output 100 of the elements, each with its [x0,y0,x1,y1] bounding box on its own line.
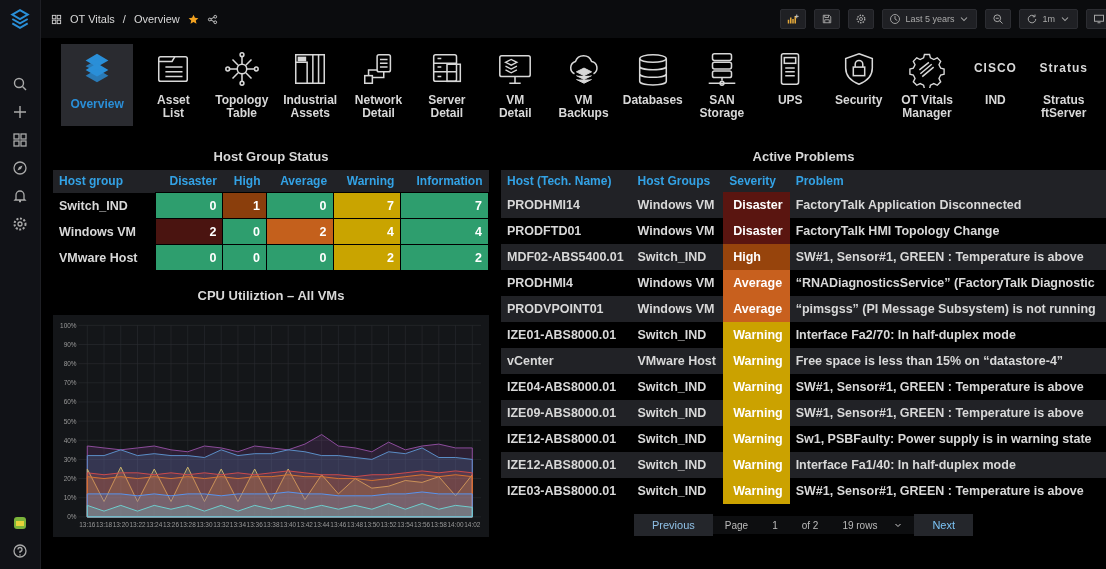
dashboard-link[interactable]: Network Detail [344,44,413,126]
tv-mode-button[interactable] [1086,9,1106,29]
severity-cell: Warning [723,478,790,504]
rows-select[interactable]: 19 rows [830,516,915,534]
column-header[interactable]: High [222,170,267,193]
column-header[interactable]: Average [266,170,334,193]
dashboards-icon [51,13,62,25]
table-cell: vCenter [501,348,632,374]
table-cell: PRODHMI14 [501,192,632,218]
status-cell: 1 [222,192,267,219]
plus-icon[interactable] [12,104,28,120]
table-cell: SW#1, Sensor#1, GREEN : Temperature is above [789,244,1106,270]
dashboard-title[interactable]: Overview [133,13,180,25]
table-cell: PRODFTD01 [501,218,632,244]
star-icon[interactable] [187,13,199,25]
user-avatar-icon[interactable] [12,515,28,531]
bell-icon[interactable] [12,188,28,204]
table-cell: Switch_IND [631,400,724,426]
compass-icon[interactable] [12,160,28,176]
table-cell: VMware Host [53,244,156,271]
table-cell: Windows VM [631,192,724,218]
refresh-picker[interactable]: 1m [1019,9,1078,29]
status-cell: 4 [400,218,489,245]
status-cell: 0 [155,244,223,271]
table-cell: Interface Fa1/40: In half-duplex mode [789,452,1106,478]
table-cell: Free space is less than 15% on “datastore-4” [789,348,1106,374]
table-cell: Switch_IND [631,374,724,400]
column-header[interactable]: Host group [53,170,156,193]
save-icon [821,13,834,25]
table-cell: VMware Host [631,348,724,374]
panel-title: Active Problems [751,148,856,166]
dashboard-link[interactable]: OT Vitals Manager [892,44,962,126]
zoom-out-button[interactable] [985,9,1012,29]
status-cell: 7 [400,192,489,219]
panel-title: CPU Utiliztion – All VMs [196,287,346,305]
dashboard-link[interactable]: Stratus Stratus ftServer [1029,44,1098,126]
table-cell: IZE12-ABS8000.01 [501,452,632,478]
time-range-picker[interactable]: Last 5 years [882,9,978,29]
breadcrumb-folder[interactable]: OT Vitals [70,13,115,25]
severity-cell: Warning [723,400,790,426]
table-cell: FactoryTalk Application Disconnected [789,192,1106,218]
settings-button[interactable] [848,9,875,29]
save-button[interactable] [814,9,841,29]
dashboards-icon[interactable] [12,132,28,148]
search-icon[interactable] [12,76,28,92]
dashboard-link[interactable]: Server Detail [412,44,482,126]
table-cell: “pimsgss” (PI Message Subsystem) is not running [789,296,1106,322]
add-panel-button[interactable] [780,9,807,29]
settings-icon[interactable] [12,216,28,232]
severity-cell: Warning [723,426,790,452]
dashboard-link[interactable]: CISCO IND [961,44,1030,126]
table-cell: PRODVPOINT01 [501,296,632,322]
page-input[interactable]: 1 [760,516,790,534]
severity-cell: Warning [723,322,790,348]
dashboard-link[interactable]: Security [824,44,893,126]
table-cell: Windows VM [631,270,724,296]
next-button[interactable]: Next [914,514,973,536]
previous-button[interactable]: Previous [634,514,713,536]
dashboard-link[interactable]: Overview [61,44,134,126]
network-node-icon [222,50,261,88]
table-cell: IZE03-ABS8000.01 [501,478,632,504]
severity-cell: Warning [723,374,790,400]
dashboard-link[interactable]: Industrial Assets [275,44,345,126]
monitor-icon [1093,13,1105,25]
column-header[interactable]: Host Groups [631,170,724,192]
table-cell: Switch_IND [631,452,724,478]
dashboard-link[interactable]: Asset List [139,44,208,126]
page-label: Page [712,516,761,534]
table-cell: PRODHMI4 [501,270,632,296]
column-header[interactable]: Host (Tech. Name) [501,170,632,192]
dashboard-link[interactable]: VM Backups [549,44,618,126]
table-cell: Windows VM [53,218,156,245]
table-cell: IZE12-ABS8000.01 [501,426,632,452]
column-header[interactable]: Severity [723,170,790,192]
status-cell: 0 [266,192,334,219]
dashboard-link[interactable]: Databases [617,44,688,126]
table-cell: Switch_IND [631,478,724,504]
table-cell: Switch_IND [631,244,724,270]
table-cell: Windows VM [631,218,724,244]
table-cell: FactoryTalk HMI Topology Change [789,218,1106,244]
severity-cell: Average [723,296,790,322]
share-icon[interactable] [206,13,218,25]
dashboard-link[interactable]: VM Detail [481,44,550,126]
dashboard-link[interactable]: Topology Table [207,44,276,126]
column-header[interactable]: Problem [789,170,1106,192]
severity-cell: Average [723,270,790,296]
column-header[interactable]: Warning [333,170,401,193]
severity-cell: Warning [723,452,790,478]
table-cell: IZE01-ABS8000.01 [501,322,632,348]
dashboard-link[interactable]: SAN Storage [687,44,757,126]
table-cell: “RNADiagnosticsService” (FactoryTalk Diagnostic [789,270,1106,296]
help-icon[interactable] [12,543,28,559]
app-logo-icon[interactable] [9,8,31,30]
status-cell: 2 [400,244,489,271]
dashboard-link[interactable]: UPS [756,44,825,126]
severity-cell: Disaster [723,218,790,244]
column-header[interactable]: Information [400,170,489,193]
column-header[interactable]: Disaster [155,170,223,193]
table-cell: Sw1, PSBFaulty: Power supply is in warning state [789,426,1106,452]
clock-icon [889,13,902,25]
